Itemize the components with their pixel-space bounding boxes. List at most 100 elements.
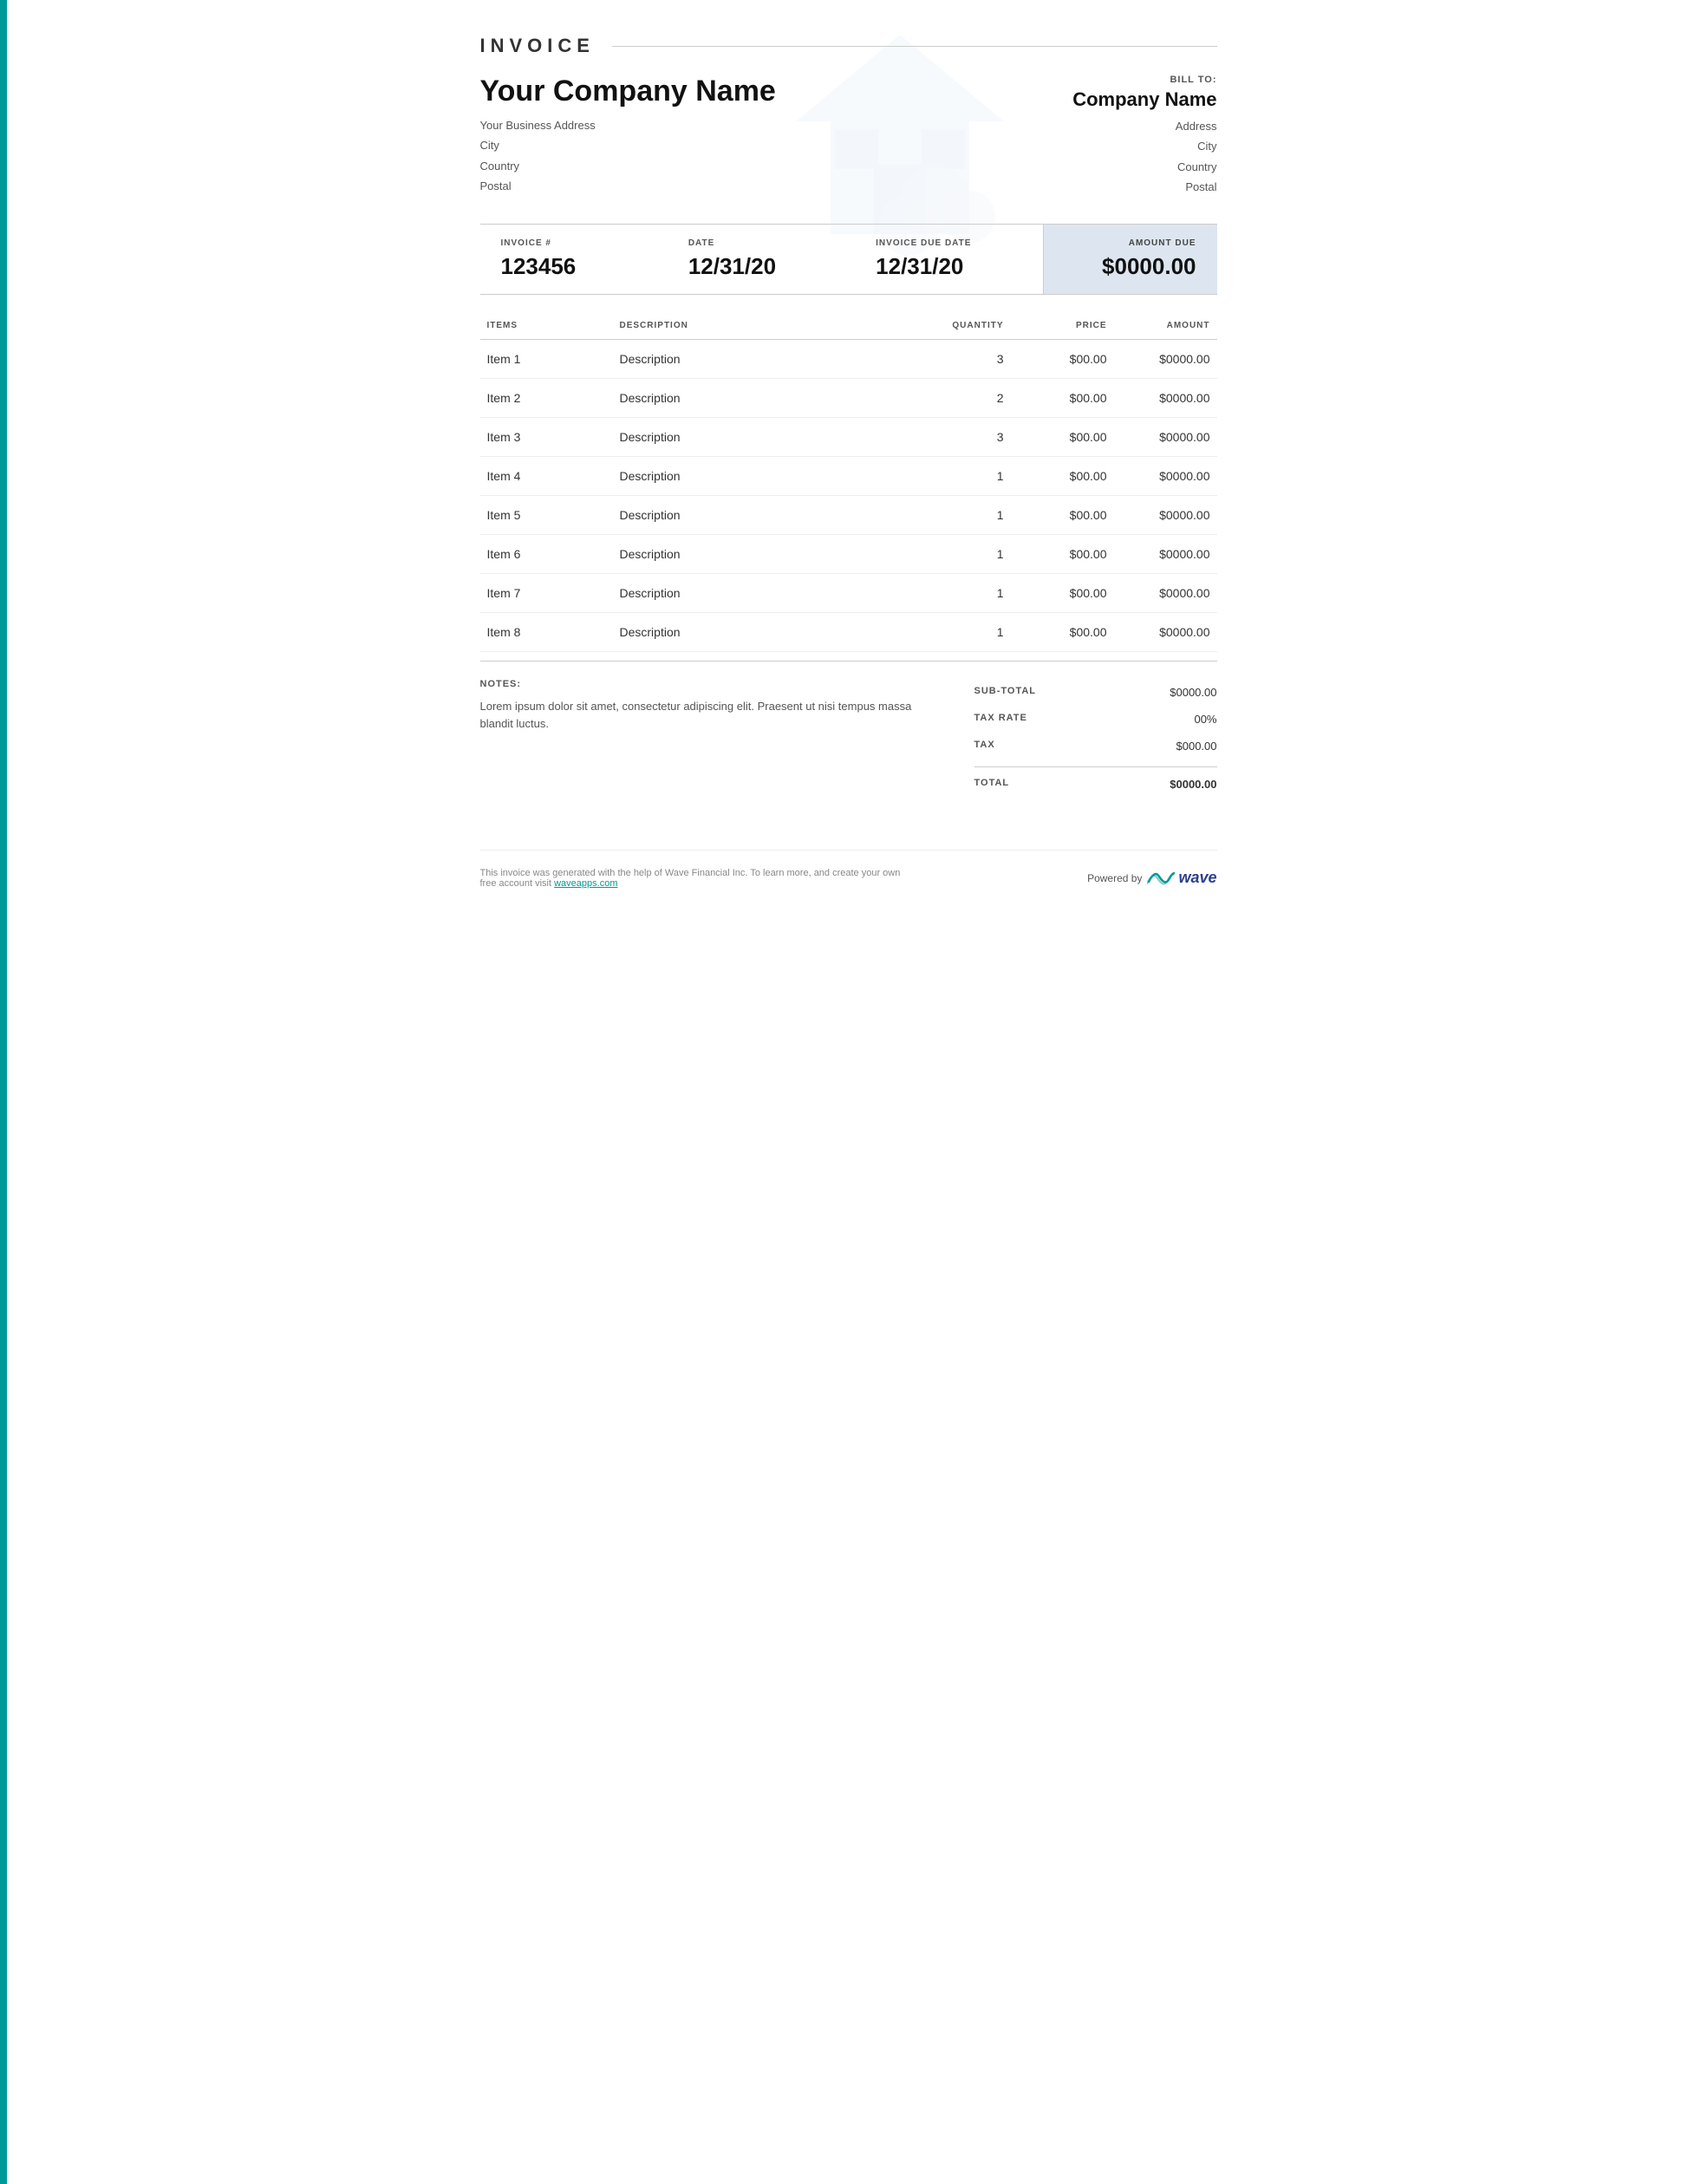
item-desc-4: Description — [613, 456, 922, 495]
table-row: Item 2 Description 2 $00.00 $0000.00 — [480, 378, 1217, 417]
tax-value: $000.00 — [1176, 740, 1217, 753]
title-divider — [612, 46, 1217, 47]
item-amount-4: $0000.00 — [1114, 456, 1217, 495]
item-desc-2: Description — [613, 378, 922, 417]
table-row: Item 4 Description 1 $00.00 $0000.00 — [480, 456, 1217, 495]
item-amount-5: $0000.00 — [1114, 495, 1217, 534]
item-desc-5: Description — [613, 495, 922, 534]
subtotal-label: SUB-TOTAL — [974, 686, 1037, 699]
company-city: City — [480, 135, 776, 155]
company-country: Country — [480, 156, 776, 176]
item-desc-7: Description — [613, 573, 922, 612]
item-amount-8: $0000.00 — [1114, 612, 1217, 651]
amount-due-value: $0000.00 — [1065, 253, 1196, 280]
powered-by: Powered by wave — [1087, 869, 1216, 887]
item-name-2: Item 2 — [480, 378, 613, 417]
footer-text: This invoice was generated with the help… — [480, 868, 914, 889]
footer-section: NOTES: Lorem ipsum dolor sit amet, conse… — [480, 661, 1217, 798]
amount-due-box: AMOUNT DUE $0000.00 — [1044, 225, 1217, 294]
table-row: Item 5 Description 1 $00.00 $0000.00 — [480, 495, 1217, 534]
item-amount-1: $0000.00 — [1114, 339, 1217, 378]
item-price-8: $00.00 — [1011, 612, 1114, 651]
item-qty-4: 1 — [922, 456, 1011, 495]
company-info: Your Company Name Your Business Address … — [480, 75, 776, 197]
notes-label: NOTES: — [480, 679, 940, 689]
item-price-6: $00.00 — [1011, 534, 1114, 573]
col-header-description: DESCRIPTION — [613, 312, 922, 340]
accent-bar — [0, 0, 7, 2184]
item-price-1: $00.00 — [1011, 339, 1114, 378]
invoice-number-label: INVOICE # — [501, 238, 647, 248]
totals-section: SUB-TOTAL $0000.00 TAX RATE 00% TAX $000… — [974, 679, 1217, 798]
items-table: ITEMS DESCRIPTION QUANTITY PRICE AMOUNT … — [480, 312, 1217, 652]
item-desc-8: Description — [613, 612, 922, 651]
col-header-amount: AMOUNT — [1114, 312, 1217, 340]
item-qty-1: 3 — [922, 339, 1011, 378]
company-name: Your Company Name — [480, 75, 776, 108]
item-amount-3: $0000.00 — [1114, 417, 1217, 456]
date-box: DATE 12/31/20 — [668, 225, 855, 294]
col-header-quantity: QUANTITY — [922, 312, 1011, 340]
date-value: 12/31/20 — [688, 253, 834, 280]
item-qty-3: 3 — [922, 417, 1011, 456]
footer-link[interactable]: waveapps.com — [554, 878, 617, 889]
subtotal-value: $0000.00 — [1170, 686, 1216, 699]
item-qty-6: 1 — [922, 534, 1011, 573]
item-price-7: $00.00 — [1011, 573, 1114, 612]
invoice-number-box: INVOICE # 123456 — [480, 225, 668, 294]
tax-label: TAX — [974, 740, 995, 753]
item-name-8: Item 8 — [480, 612, 613, 651]
item-desc-1: Description — [613, 339, 922, 378]
invoice-meta: INVOICE # 123456 DATE 12/31/20 INVOICE D… — [480, 224, 1217, 295]
table-row: Item 7 Description 1 $00.00 $0000.00 — [480, 573, 1217, 612]
tax-rate-row: TAX RATE 00% — [974, 706, 1217, 733]
client-country: Country — [1072, 157, 1216, 177]
notes-text: Lorem ipsum dolor sit amet, consectetur … — [480, 698, 940, 734]
item-name-6: Item 6 — [480, 534, 613, 573]
amount-due-label: AMOUNT DUE — [1065, 238, 1196, 248]
item-qty-2: 2 — [922, 378, 1011, 417]
item-amount-7: $0000.00 — [1114, 573, 1217, 612]
col-header-items: ITEMS — [480, 312, 613, 340]
item-amount-6: $0000.00 — [1114, 534, 1217, 573]
item-desc-6: Description — [613, 534, 922, 573]
table-row: Item 1 Description 3 $00.00 $0000.00 — [480, 339, 1217, 378]
table-row: Item 3 Description 3 $00.00 $0000.00 — [480, 417, 1217, 456]
due-date-label: INVOICE DUE DATE — [876, 238, 1021, 248]
wave-icon — [1147, 870, 1175, 887]
client-address: Address — [1072, 116, 1216, 136]
total-value: $0000.00 — [1170, 778, 1216, 791]
date-label: DATE — [688, 238, 834, 248]
total-row: TOTAL $0000.00 — [974, 766, 1217, 798]
item-qty-7: 1 — [922, 573, 1011, 612]
header-section: INVOICE Your Company Name Your Business … — [480, 35, 1217, 198]
item-name-7: Item 7 — [480, 573, 613, 612]
total-label: TOTAL — [974, 778, 1010, 791]
item-price-2: $00.00 — [1011, 378, 1114, 417]
table-row: Item 6 Description 1 $00.00 $0000.00 — [480, 534, 1217, 573]
item-name-3: Item 3 — [480, 417, 613, 456]
item-price-3: $00.00 — [1011, 417, 1114, 456]
powered-by-label: Powered by — [1087, 872, 1142, 884]
due-date-box: INVOICE DUE DATE 12/31/20 — [855, 225, 1042, 294]
wave-label: wave — [1178, 869, 1216, 887]
tax-row: TAX $000.00 — [974, 733, 1217, 760]
client-company-name: Company Name — [1072, 88, 1216, 111]
item-amount-2: $0000.00 — [1114, 378, 1217, 417]
business-address: Your Business Address — [480, 115, 776, 135]
item-qty-5: 1 — [922, 495, 1011, 534]
item-qty-8: 1 — [922, 612, 1011, 651]
item-price-4: $00.00 — [1011, 456, 1114, 495]
item-desc-3: Description — [613, 417, 922, 456]
company-postal: Postal — [480, 176, 776, 196]
client-city: City — [1072, 136, 1216, 156]
bill-to-label: BILL TO: — [1072, 75, 1216, 85]
items-section: ITEMS DESCRIPTION QUANTITY PRICE AMOUNT … — [480, 312, 1217, 652]
item-name-4: Item 4 — [480, 456, 613, 495]
page-footer: This invoice was generated with the help… — [480, 850, 1217, 889]
subtotal-row: SUB-TOTAL $0000.00 — [974, 679, 1217, 706]
notes-section: NOTES: Lorem ipsum dolor sit amet, conse… — [480, 679, 974, 798]
col-header-price: PRICE — [1011, 312, 1114, 340]
item-name-5: Item 5 — [480, 495, 613, 534]
footer-text-content: This invoice was generated with the help… — [480, 868, 901, 889]
